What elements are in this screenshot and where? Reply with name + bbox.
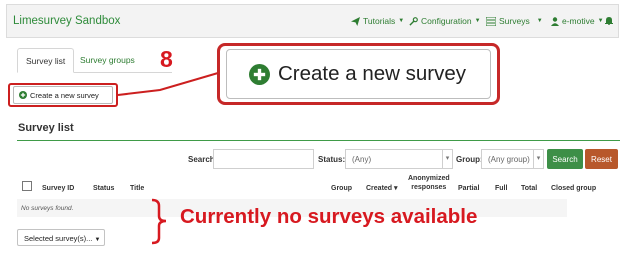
no-surveys-annotation: Currently no surveys available [180,205,478,228]
